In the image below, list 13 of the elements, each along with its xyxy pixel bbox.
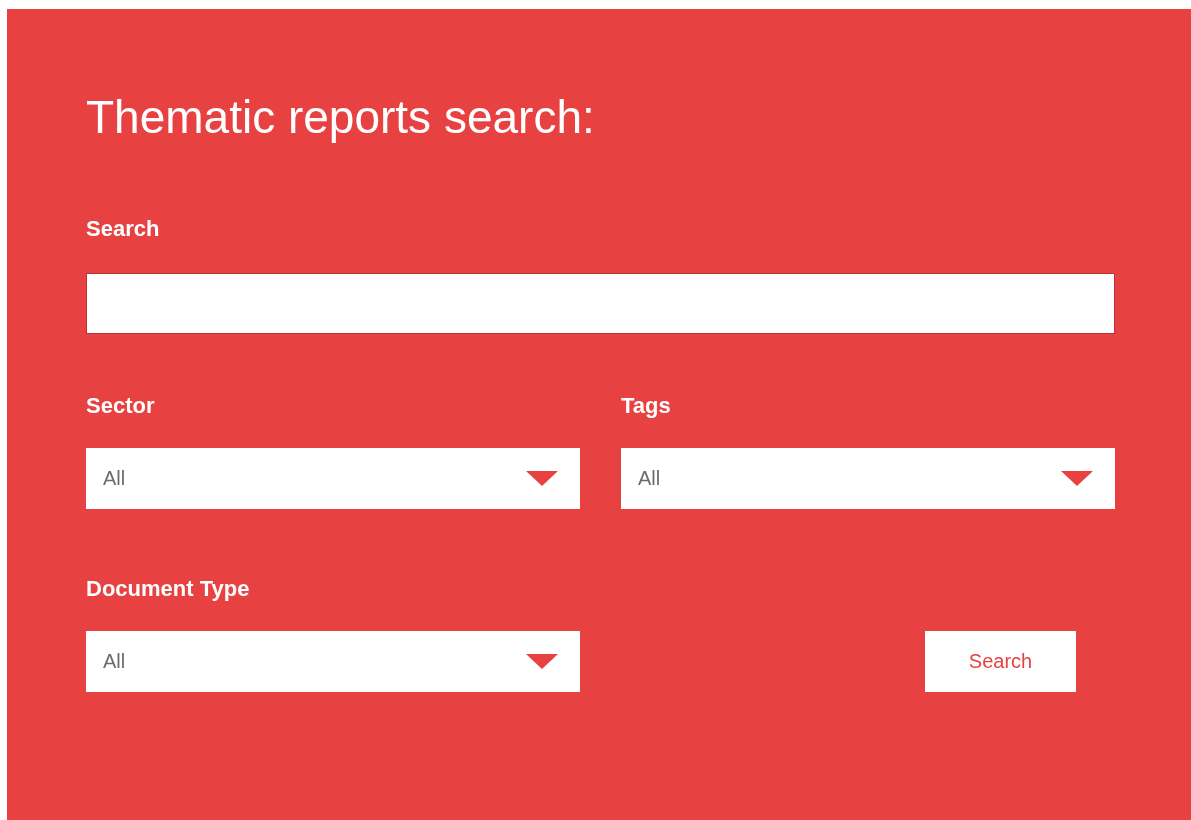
page-title: Thematic reports search:	[86, 90, 596, 145]
search-button[interactable]: Search	[925, 631, 1076, 692]
caret-icon	[526, 654, 558, 669]
field-label: Search	[86, 216, 161, 242]
caret-icon	[526, 471, 558, 486]
field-label: Sector	[86, 393, 156, 419]
dropdown[interactable]: All	[621, 448, 1115, 509]
field-label: Document Type	[86, 576, 251, 602]
caret-icon	[1061, 471, 1093, 486]
dropdown[interactable]: All	[86, 631, 580, 692]
dropdown[interactable]: All	[86, 448, 580, 509]
search-field[interactable]	[86, 273, 1115, 334]
field-label: Tags	[621, 393, 672, 419]
